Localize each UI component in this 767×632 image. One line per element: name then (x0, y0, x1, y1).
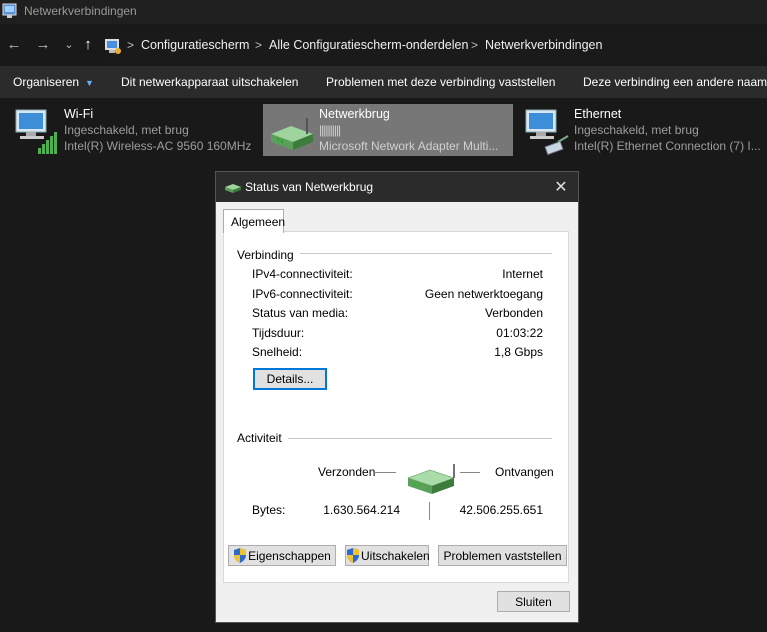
connection-name: Wi-Fi (64, 107, 94, 121)
connection-group-label: Verbinding (237, 248, 300, 262)
rename-connection-button[interactable]: Deze verbinding een andere naam g (583, 75, 767, 89)
received-label: Ontvangen (495, 465, 554, 479)
general-panel: Verbinding IPv4-connectiviteit: Internet… (223, 231, 569, 583)
disable-label: Uitschakelen (361, 549, 430, 563)
window-title: Netwerkverbindingen (24, 4, 137, 18)
breadcrumb-all-items[interactable]: Alle Configuratiescherm-onderdelen (269, 38, 468, 52)
connection-item-wifi[interactable]: Wi-Fi Ingeschakeld, met brug Intel(R) Wi… (8, 104, 253, 156)
command-bar: Organiseren ▼ Dit netwerkapparaat uitscha… (0, 66, 767, 98)
tab-general[interactable]: Algemeen (223, 209, 286, 233)
ipv4-label: IPv4-connectiviteit: (252, 267, 353, 281)
address-bar[interactable]: > Configuratiescherm > Alle Configuratie… (101, 32, 767, 60)
chevron-down-icon: ▼ (85, 78, 94, 88)
breadcrumb-control-panel[interactable]: Configuratiescherm (141, 38, 249, 52)
properties-label: Eigenschappen (248, 549, 331, 563)
speed-label: Snelheid: (252, 345, 303, 359)
uac-shield-icon (347, 548, 359, 563)
forward-button[interactable]: → (34, 36, 52, 54)
connection-name: Netwerkbrug (319, 107, 390, 121)
connection-status-bars: |||||||||| (319, 123, 341, 137)
window-title-bar: Netwerkverbindingen (0, 0, 767, 24)
received-line (460, 472, 480, 473)
navigation-bar: ← → ⌄ ↑ > Configuratiescherm > Alle Conf… (0, 24, 767, 66)
activity-group-label: Activiteit (237, 431, 288, 445)
ethernet-adapter-icon (525, 109, 569, 156)
status-dialog: Status van Netwerkbrug ✕ Algemeen Verbin… (215, 171, 579, 623)
back-button[interactable]: ← (5, 36, 23, 54)
diagnose-connection-button[interactable]: Problemen met deze verbinding vaststelle… (326, 75, 555, 89)
media-status-value: Verbonden (484, 306, 543, 320)
recent-locations-button[interactable]: ⌄ (60, 36, 78, 54)
wifi-adapter-icon (15, 109, 57, 154)
close-button[interactable]: Sluiten (497, 591, 570, 612)
bytes-received-value: 42.506.255.651 (459, 503, 543, 517)
ipv6-value: Geen netwerktoegang (424, 287, 543, 301)
details-button[interactable]: Details... (253, 368, 327, 390)
sent-line (374, 472, 396, 473)
network-bridge-icon (271, 118, 313, 150)
connection-device: Intel(R) Wireless-AC 9560 160MHz (64, 139, 252, 153)
duration-value: 01:03:22 (496, 326, 543, 340)
bytes-label: Bytes: (252, 503, 286, 517)
bytes-sent-value: 1.630.564.214 (323, 503, 400, 517)
tab-label: Algemeen (231, 215, 286, 229)
connection-name: Ethernet (574, 107, 622, 121)
dialog-title-bar[interactable]: Status van Netwerkbrug ✕ (216, 172, 578, 202)
breadcrumb-network-connections[interactable]: Netwerkverbindingen (485, 38, 602, 52)
connection-device: Microsoft Network Adapter Multi... (319, 139, 499, 153)
disable-button[interactable]: Uitschakelen (345, 545, 430, 566)
sent-label: Verzonden (318, 465, 376, 479)
connection-device: Intel(R) Ethernet Connection (7) I... (574, 139, 761, 153)
control-panel-icon (105, 39, 121, 54)
breadcrumb-separator: > (471, 38, 479, 52)
up-button[interactable]: ↑ (79, 36, 97, 54)
disable-device-button[interactable]: Dit netwerkapparaat uitschakelen (121, 75, 298, 89)
network-bridge-icon (225, 184, 241, 193)
properties-button[interactable]: Eigenschappen (228, 545, 336, 566)
breadcrumb-separator: > (255, 38, 263, 52)
network-bridge-icon (407, 464, 455, 494)
dialog-title: Status van Netwerkbrug (245, 180, 374, 194)
diagnose-button[interactable]: Problemen vaststellen (438, 545, 567, 566)
media-status-label: Status van media: (252, 306, 349, 320)
connection-item-network-bridge[interactable]: Netwerkbrug |||||||||| Microsoft Network… (263, 104, 513, 156)
connection-status: Ingeschakeld, met brug (64, 123, 189, 137)
connection-item-ethernet[interactable]: Ethernet Ingeschakeld, met brug Intel(R)… (518, 104, 763, 156)
ipv6-label: IPv6-connectiviteit: (252, 287, 353, 301)
connection-status: Ingeschakeld, met brug (574, 123, 699, 137)
close-icon[interactable]: ✕ (552, 177, 570, 197)
ipv4-value: Internet (502, 267, 543, 281)
speed-value: 1,8 Gbps (494, 345, 543, 359)
group-divider (300, 253, 552, 254)
group-divider (284, 438, 552, 439)
organize-label: Organiseren (13, 75, 80, 89)
breadcrumb-separator: > (127, 38, 135, 52)
activity-divider (429, 502, 430, 520)
organize-button[interactable]: Organiseren ▼ (13, 75, 94, 89)
uac-shield-icon (234, 548, 247, 563)
duration-label: Tijdsduur: (252, 326, 305, 340)
network-connections-icon (2, 3, 17, 18)
